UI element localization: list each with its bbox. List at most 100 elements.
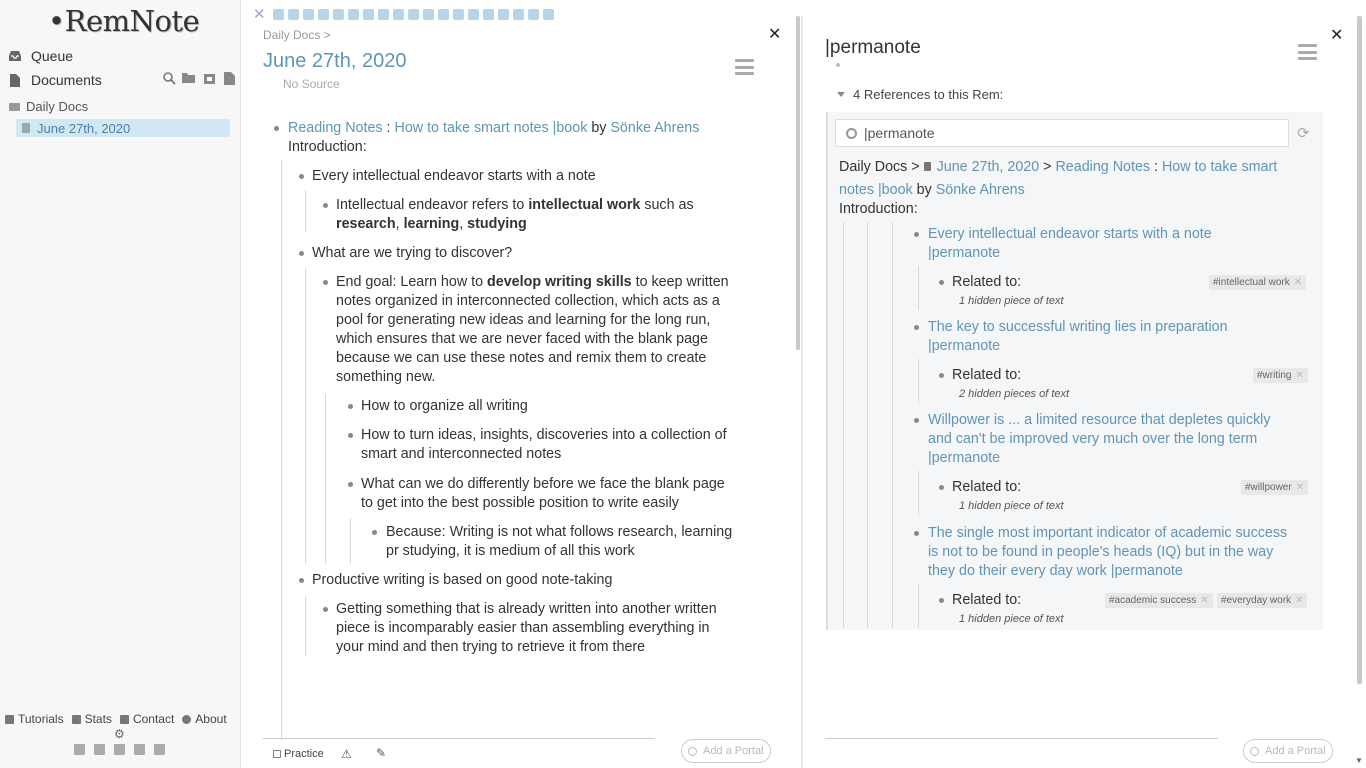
bullet[interactable] [914, 325, 919, 330]
remove-tag-icon[interactable]: ✕ [1200, 595, 1208, 606]
related-to-label[interactable]: Related to: [952, 478, 1021, 497]
reference-item-continued[interactable]: |permanote [928, 449, 1000, 468]
list-item[interactable]: Intellectual endeavor refers to intellec… [336, 196, 694, 215]
bullet[interactable] [914, 418, 919, 423]
bullet[interactable] [939, 373, 944, 378]
hidden-text-note[interactable]: 2 hidden pieces of text [959, 388, 1069, 400]
tag-chip[interactable]: #willpower ✕ [1241, 480, 1309, 495]
reference-item[interactable]: The key to successful writing lies in pr… [928, 318, 1228, 337]
list-item[interactable]: What are we trying to discover? [312, 244, 512, 263]
path-doc-link[interactable]: June 27th, 2020 [937, 159, 1040, 175]
related-to-label[interactable]: Related to: [952, 273, 1021, 292]
list-item-continued[interactable]: which ensures that we are never faced wi… [336, 330, 708, 349]
reference-item[interactable]: Willpower is ... a limited resource that… [928, 411, 1270, 430]
list-item-continued[interactable]: to get into the best possible position t… [361, 494, 679, 513]
bullet[interactable] [348, 433, 353, 438]
bullet[interactable] [323, 203, 328, 208]
bullet[interactable] [274, 126, 279, 131]
bullet[interactable] [348, 482, 353, 487]
bullet[interactable] [299, 174, 304, 179]
close-icon[interactable]: ✕ [768, 24, 781, 44]
tag-chip[interactable]: #intellectual work ✕ [1209, 275, 1307, 290]
hidden-text-note[interactable]: 1 hidden piece of text [959, 500, 1064, 512]
bullet[interactable] [323, 607, 328, 612]
tree-doc-selected[interactable]: June 27th, 2020 [16, 119, 230, 137]
search-icon[interactable] [162, 72, 176, 86]
contact-link[interactable]: Contact [119, 712, 174, 726]
sidebar-item-queue[interactable]: Queue [8, 46, 73, 66]
close-icon[interactable]: ✕ [1330, 25, 1343, 45]
path-author-link[interactable]: Sönke Ahrens [936, 182, 1025, 198]
path-daily-docs[interactable]: Daily Docs [839, 159, 907, 175]
layout-icon[interactable] [114, 744, 125, 755]
list-item-continued[interactable]: piece is incomparably easier than assemb… [336, 619, 710, 638]
reference-item-continued[interactable]: |permanote [928, 244, 1000, 263]
tag-chip[interactable]: #academic success ✕ [1105, 593, 1213, 608]
edit-icon[interactable] [154, 744, 165, 755]
practice-checkbox[interactable]: Practice [273, 748, 324, 760]
book-link[interactable]: How to take smart notes |book [395, 120, 588, 136]
brush-icon[interactable]: ✎ [376, 746, 386, 760]
list-item[interactable]: Because: Writing is not what follows res… [386, 523, 732, 542]
path-book-link[interactable]: How to take smart [1162, 159, 1277, 175]
reference-search-input[interactable]: |permanote [835, 119, 1289, 147]
reference-intro[interactable]: Introduction: [839, 200, 918, 219]
list-item[interactable]: Productive writing is based on good note… [312, 571, 612, 590]
reference-item-continued[interactable]: |permanote [928, 337, 1000, 356]
remove-tag-icon[interactable]: ✕ [1296, 482, 1304, 493]
remove-tag-icon[interactable]: ✕ [1295, 370, 1303, 381]
warning-icon[interactable]: ⚠ [341, 747, 352, 761]
gear-icon[interactable]: ⚙ [114, 727, 125, 741]
sidebar-item-documents[interactable]: Documents [8, 70, 102, 90]
list-item[interactable]: End goal: Learn how to develop writing s… [336, 273, 729, 292]
list-item[interactable]: Reading Notes : How to take smart notes … [288, 119, 699, 138]
author-link[interactable]: Sönke Ahrens [610, 120, 699, 136]
sort-icon[interactable] [94, 744, 105, 755]
reference-item[interactable]: Every intellectual endeavor starts with … [928, 225, 1212, 244]
new-document-icon[interactable] [222, 72, 236, 86]
page-title[interactable]: June 27th, 2020 [263, 50, 406, 73]
stats-link[interactable]: Stats [71, 712, 112, 726]
reference-item-continued[interactable]: they do their every day work |permanote [928, 562, 1183, 581]
bullet[interactable] [323, 280, 328, 285]
list-item[interactable]: How to turn ideas, insights, discoveries… [361, 426, 727, 445]
refresh-icon[interactable]: ⟳ [1297, 124, 1310, 142]
hidden-text-note[interactable]: 1 hidden piece of text [959, 613, 1064, 625]
reference-item-continued[interactable]: is not to be found in people's heads (IQ… [928, 543, 1273, 562]
add-portal-input[interactable]: Add a Portal [1243, 739, 1333, 763]
reading-notes-link[interactable]: Reading Notes [288, 120, 383, 136]
path-book-link[interactable]: notes |book [839, 182, 913, 198]
about-link[interactable]: About [182, 712, 227, 726]
references-toggle[interactable]: 4 References to this Rem: [837, 87, 1003, 102]
hidden-text-note[interactable]: 1 hidden piece of text [959, 295, 1064, 307]
list-item[interactable]: How to organize all writing [361, 397, 528, 416]
bullet[interactable] [299, 578, 304, 583]
related-to-label[interactable]: Related to: [952, 591, 1021, 610]
bullet[interactable] [299, 251, 304, 256]
reference-path-continued[interactable]: notes |book by Sönke Ahrens [839, 181, 1025, 200]
list-item[interactable]: What can we do differently before we fac… [361, 475, 725, 494]
reference-item[interactable]: The single most important indicator of a… [928, 524, 1287, 543]
bullet[interactable] [914, 531, 919, 536]
list-item-continued[interactable]: pr studying, it is medium of all this wo… [386, 542, 635, 561]
bullet[interactable] [939, 280, 944, 285]
path-reading-notes-link[interactable]: Reading Notes [1055, 159, 1150, 175]
tree-folder-daily-docs[interactable]: Daily Docs [9, 99, 88, 114]
list-item-continued[interactable]: smart and interconnected notes [361, 445, 561, 464]
bullet[interactable] [348, 404, 353, 409]
list-item-continued[interactable]: something new. [336, 368, 435, 387]
keyboard-icon[interactable] [134, 744, 145, 755]
new-folder-icon[interactable] [182, 72, 196, 86]
rem-title[interactable]: |permanote [825, 37, 921, 59]
hamburger-icon[interactable] [735, 59, 754, 75]
related-to-label[interactable]: Related to: [952, 366, 1021, 385]
list-item-continued[interactable]: notes organized in interconnected collec… [336, 292, 720, 311]
scrollbar[interactable] [796, 16, 800, 350]
scroll-down-arrow-icon[interactable]: ▼ [1355, 756, 1363, 765]
bullet[interactable] [914, 232, 919, 237]
remove-tag-icon[interactable]: ✕ [1294, 277, 1302, 288]
bullet[interactable] [939, 485, 944, 490]
scrollbar[interactable] [1357, 16, 1362, 684]
remnote-logo[interactable]: •RemNote [48, 4, 200, 38]
list-item-continued[interactable]: research, learning, studying [336, 215, 527, 234]
